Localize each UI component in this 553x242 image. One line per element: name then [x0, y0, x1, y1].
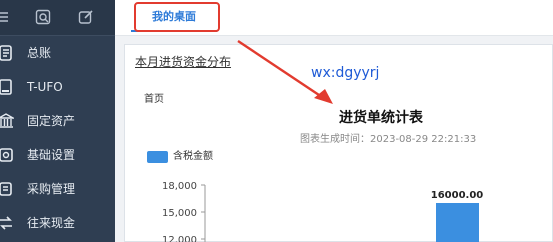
sidebar-item-label: 往来现金	[27, 216, 76, 230]
sidebar-item-purchase[interactable]: 采购管理	[0, 172, 115, 206]
annotation-highlight-box	[134, 2, 220, 32]
bar-mark[interactable]	[436, 203, 479, 242]
bank-icon	[0, 112, 16, 130]
sidebar-item-fixed-assets[interactable]: 固定资产	[0, 104, 115, 138]
purchase-icon	[0, 180, 14, 198]
transfer-icon	[0, 214, 14, 232]
sidebar-item-ledger[interactable]: 总账	[0, 36, 115, 70]
y-tick-label: 12,000	[162, 235, 197, 242]
menu-icon[interactable]	[0, 9, 12, 25]
sidebar-item-label: 基础设置	[27, 148, 76, 162]
sidebar-item-t-ufo[interactable]: T-UFO	[0, 70, 115, 104]
watermark-text: wx:dgyyrj	[311, 65, 380, 81]
y-tick-label: 15,000	[162, 208, 197, 219]
chart-title: 进货单统计表	[339, 110, 423, 126]
edit-icon[interactable]	[78, 9, 94, 25]
panel-title[interactable]: 本月进货资金分布	[135, 53, 231, 70]
sidebar-item-label: 固定资产	[27, 114, 76, 128]
ledger-icon	[0, 44, 14, 62]
sidebar-item-label: T-UFO	[27, 80, 63, 94]
image-icon[interactable]	[35, 9, 51, 25]
ufo-icon	[0, 78, 14, 96]
sidebar-item-basic-settings[interactable]: 基础设置	[0, 138, 115, 172]
sidebar-item-label: 采购管理	[27, 182, 76, 196]
bar-chart: 18,000 15,000 12,000 16000.00	[162, 181, 484, 242]
sidebar-toolbar	[0, 0, 115, 36]
settings-icon	[0, 146, 14, 164]
sidebar: 总账 T-UFO 固定资产 基础设置 采购管理 往来现金	[0, 0, 115, 242]
home-label[interactable]: 首页	[144, 90, 164, 105]
sidebar-item-label: 总账	[27, 46, 52, 60]
y-tick-label: 18,000	[162, 181, 197, 192]
bar-data-label: 16000.00	[431, 190, 484, 201]
sidebar-item-cash[interactable]: 往来现金	[0, 206, 115, 240]
